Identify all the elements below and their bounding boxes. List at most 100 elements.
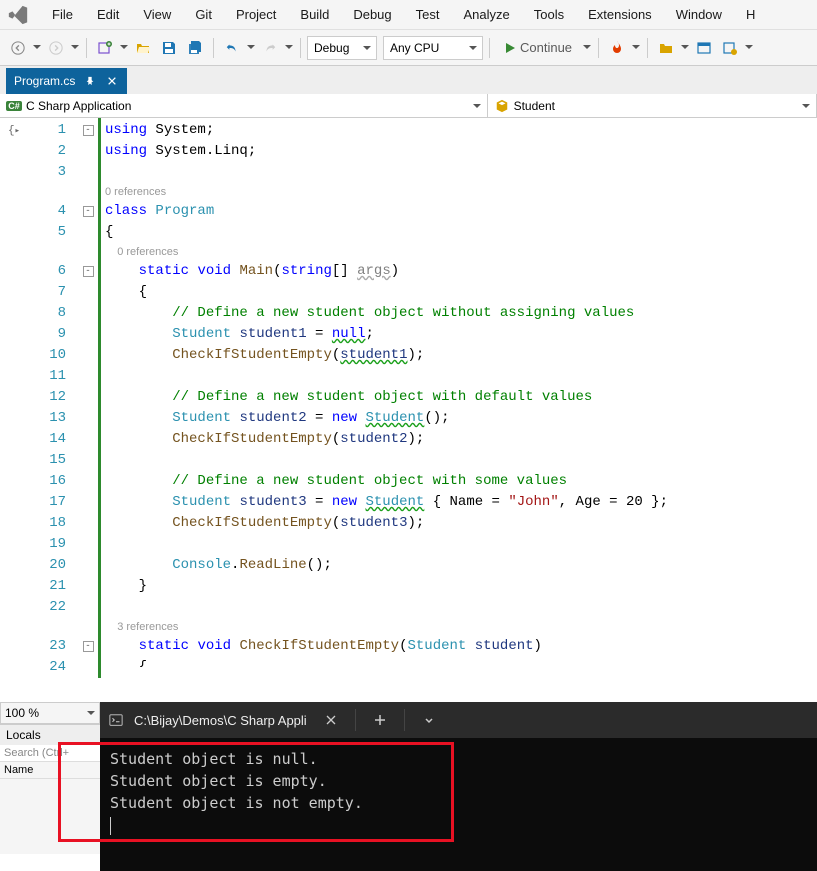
locals-search[interactable]: Search (Ctrl+ [0,745,100,762]
close-icon[interactable] [105,74,119,88]
open-button[interactable] [131,36,155,60]
code-line[interactable]: { [105,657,817,667]
code-line[interactable]: static void CheckIfStudentEmpty(Student … [105,636,817,657]
code-line[interactable]: class Program [105,201,817,222]
menu-tools[interactable]: Tools [522,3,576,26]
editor-margin: {▸ [0,118,28,678]
forward-button[interactable] [44,36,68,60]
code-line[interactable] [105,162,817,183]
menu-git[interactable]: Git [183,3,224,26]
terminal-dropdown-icon[interactable] [415,706,443,734]
line-number: 8 [28,303,66,324]
member-combo[interactable]: Student [488,94,817,117]
menu-project[interactable]: Project [224,3,288,26]
fold-toggle[interactable]: - [83,641,94,652]
code-line[interactable]: using System.Linq; [105,141,817,162]
code-line[interactable]: // Define a new student object with defa… [105,387,817,408]
menu-analyze[interactable]: Analyze [451,3,521,26]
menu-window[interactable]: Window [664,3,734,26]
codelens[interactable]: 0 references [105,243,817,261]
fold-toggle[interactable]: - [83,206,94,217]
fold-toggle[interactable]: - [83,125,94,136]
continue-button[interactable]: Continue [496,36,580,60]
live-share-button[interactable] [718,36,742,60]
hot-reload-dropdown[interactable] [631,42,641,53]
code-line[interactable]: } [105,576,817,597]
folder-dropdown[interactable] [680,42,690,53]
terminal-line: Student object is not empty. [110,792,807,814]
live-share-dropdown[interactable] [744,42,754,53]
hot-reload-button[interactable] [605,36,629,60]
code-line[interactable]: CheckIfStudentEmpty(student3); [105,513,817,534]
line-number: 16 [28,471,66,492]
codelens[interactable]: 0 references [105,183,817,201]
code-line[interactable]: // Define a new student object with some… [105,471,817,492]
menu-test[interactable]: Test [404,3,452,26]
code-line[interactable]: static void Main(string[] args) [105,261,817,282]
codelens[interactable]: 3 references [105,618,817,636]
csharp-icon: C# [6,98,22,114]
line-number: 18 [28,513,66,534]
zoom-combo[interactable]: 100 % [0,702,100,724]
tab-program-cs[interactable]: Program.cs [6,68,127,94]
code-line[interactable]: { [105,222,817,243]
line-number: 21 [28,576,66,597]
nav-bar: C# C Sharp Application Student [0,94,817,118]
tab-bar: Program.cs [0,66,817,94]
code-line[interactable]: Student student2 = new Student(); [105,408,817,429]
line-number: 5 [28,222,66,243]
platform-combo[interactable]: Any CPU [383,36,483,60]
code-line[interactable]: Console.ReadLine(); [105,555,817,576]
terminal-line: Student object is empty. [110,770,807,792]
code-line[interactable]: CheckIfStudentEmpty(student2); [105,429,817,450]
back-button[interactable] [6,36,30,60]
code-line[interactable]: Student student1 = null; [105,324,817,345]
code-line[interactable] [105,366,817,387]
save-button[interactable] [157,36,181,60]
undo-dropdown[interactable] [246,42,256,53]
code-line[interactable] [105,597,817,618]
menu-debug[interactable]: Debug [341,3,403,26]
terminal-tab-close-icon[interactable] [317,706,345,734]
code-line[interactable]: using System; [105,120,817,141]
terminal-title: C:\Bijay\Demos\C Sharp Appli [134,713,307,728]
code-line[interactable]: CheckIfStudentEmpty(student1); [105,345,817,366]
config-combo[interactable]: Debug [307,36,377,60]
terminal-add-icon[interactable] [366,706,394,734]
line-number: 10 [28,345,66,366]
menu-edit[interactable]: Edit [85,3,131,26]
forward-dropdown[interactable] [70,42,80,53]
terminal-output[interactable]: Student object is null.Student object is… [100,738,817,846]
new-project-dropdown[interactable] [119,42,129,53]
code-content[interactable]: using System;using System.Linq; 0 referen… [98,118,817,678]
window-layout-button[interactable] [692,36,716,60]
pin-icon[interactable] [83,74,97,88]
menu-extensions[interactable]: Extensions [576,3,664,26]
continue-dropdown[interactable] [582,42,592,53]
menu-build[interactable]: Build [288,3,341,26]
new-project-button[interactable] [93,36,117,60]
code-editor[interactable]: {▸ 1234567891011121314151617181920212223… [0,118,817,678]
terminal-titlebar[interactable]: C:\Bijay\Demos\C Sharp Appli [100,702,817,738]
code-line[interactable]: // Define a new student object without a… [105,303,817,324]
undo-button[interactable] [220,36,244,60]
save-all-button[interactable] [183,36,207,60]
line-number: 4 [28,201,66,222]
folder-button[interactable] [654,36,678,60]
menu-h[interactable]: H [734,3,767,26]
locals-col-name[interactable]: Name [0,762,100,779]
line-number: 7 [28,282,66,303]
redo-button[interactable] [258,36,282,60]
menu-file[interactable]: File [40,3,85,26]
code-line[interactable]: { [105,282,817,303]
project-combo[interactable]: C# C Sharp Application [0,94,488,117]
code-line[interactable] [105,450,817,471]
code-line[interactable] [105,534,817,555]
back-dropdown[interactable] [32,42,42,53]
line-number: 9 [28,324,66,345]
locals-title: Locals [0,725,100,745]
fold-toggle[interactable]: - [83,266,94,277]
menu-view[interactable]: View [131,3,183,26]
code-line[interactable]: Student student3 = new Student { Name = … [105,492,817,513]
redo-dropdown[interactable] [284,42,294,53]
